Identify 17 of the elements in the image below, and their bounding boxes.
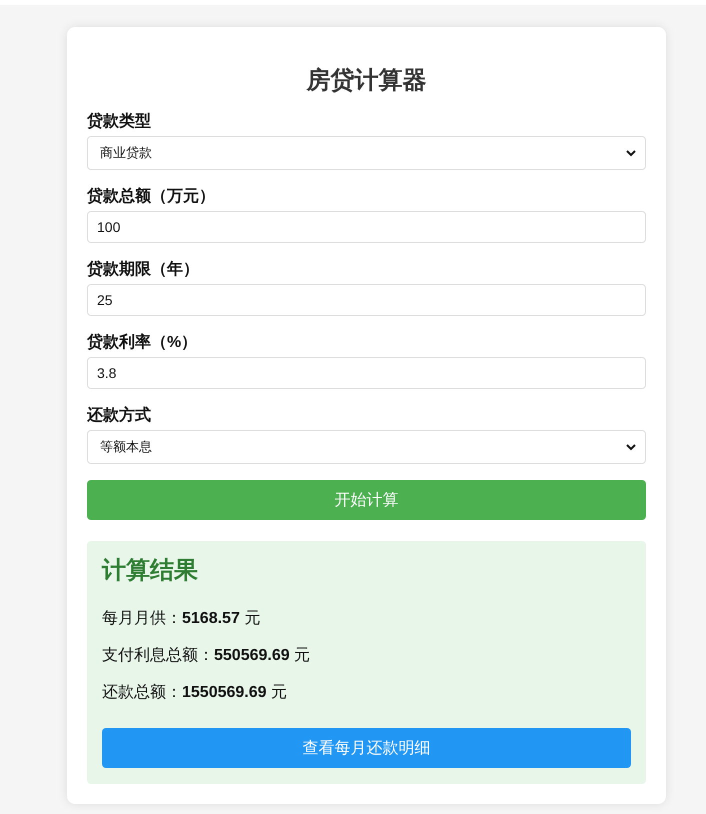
chevron-down-icon <box>626 444 636 450</box>
field-label: 贷款类型 <box>87 111 152 132</box>
input-field[interactable]: 3.8 <box>87 357 646 389</box>
field-label: 贷款利率（%） <box>87 332 198 353</box>
input-field[interactable]: 25 <box>87 284 646 316</box>
field-label: 还款方式 <box>87 405 152 426</box>
chevron-down-icon <box>626 150 636 156</box>
result-line: 每月月供：5168.57 元 <box>102 609 262 629</box>
dropdown[interactable]: 等额本息 <box>87 430 646 464</box>
field-label: 贷款总额（万元） <box>87 186 216 207</box>
result-title: 计算结果 <box>102 556 199 586</box>
result-line: 支付利息总额：550569.69 元 <box>102 646 312 666</box>
result-line: 还款总额：1550569.69 元 <box>102 682 288 703</box>
dropdown[interactable]: 商业贷款 <box>87 136 646 170</box>
input-field[interactable]: 100 <box>87 211 646 243</box>
page-title: 房贷计算器 <box>305 67 428 95</box>
field-label: 贷款期限（年） <box>87 259 200 280</box>
